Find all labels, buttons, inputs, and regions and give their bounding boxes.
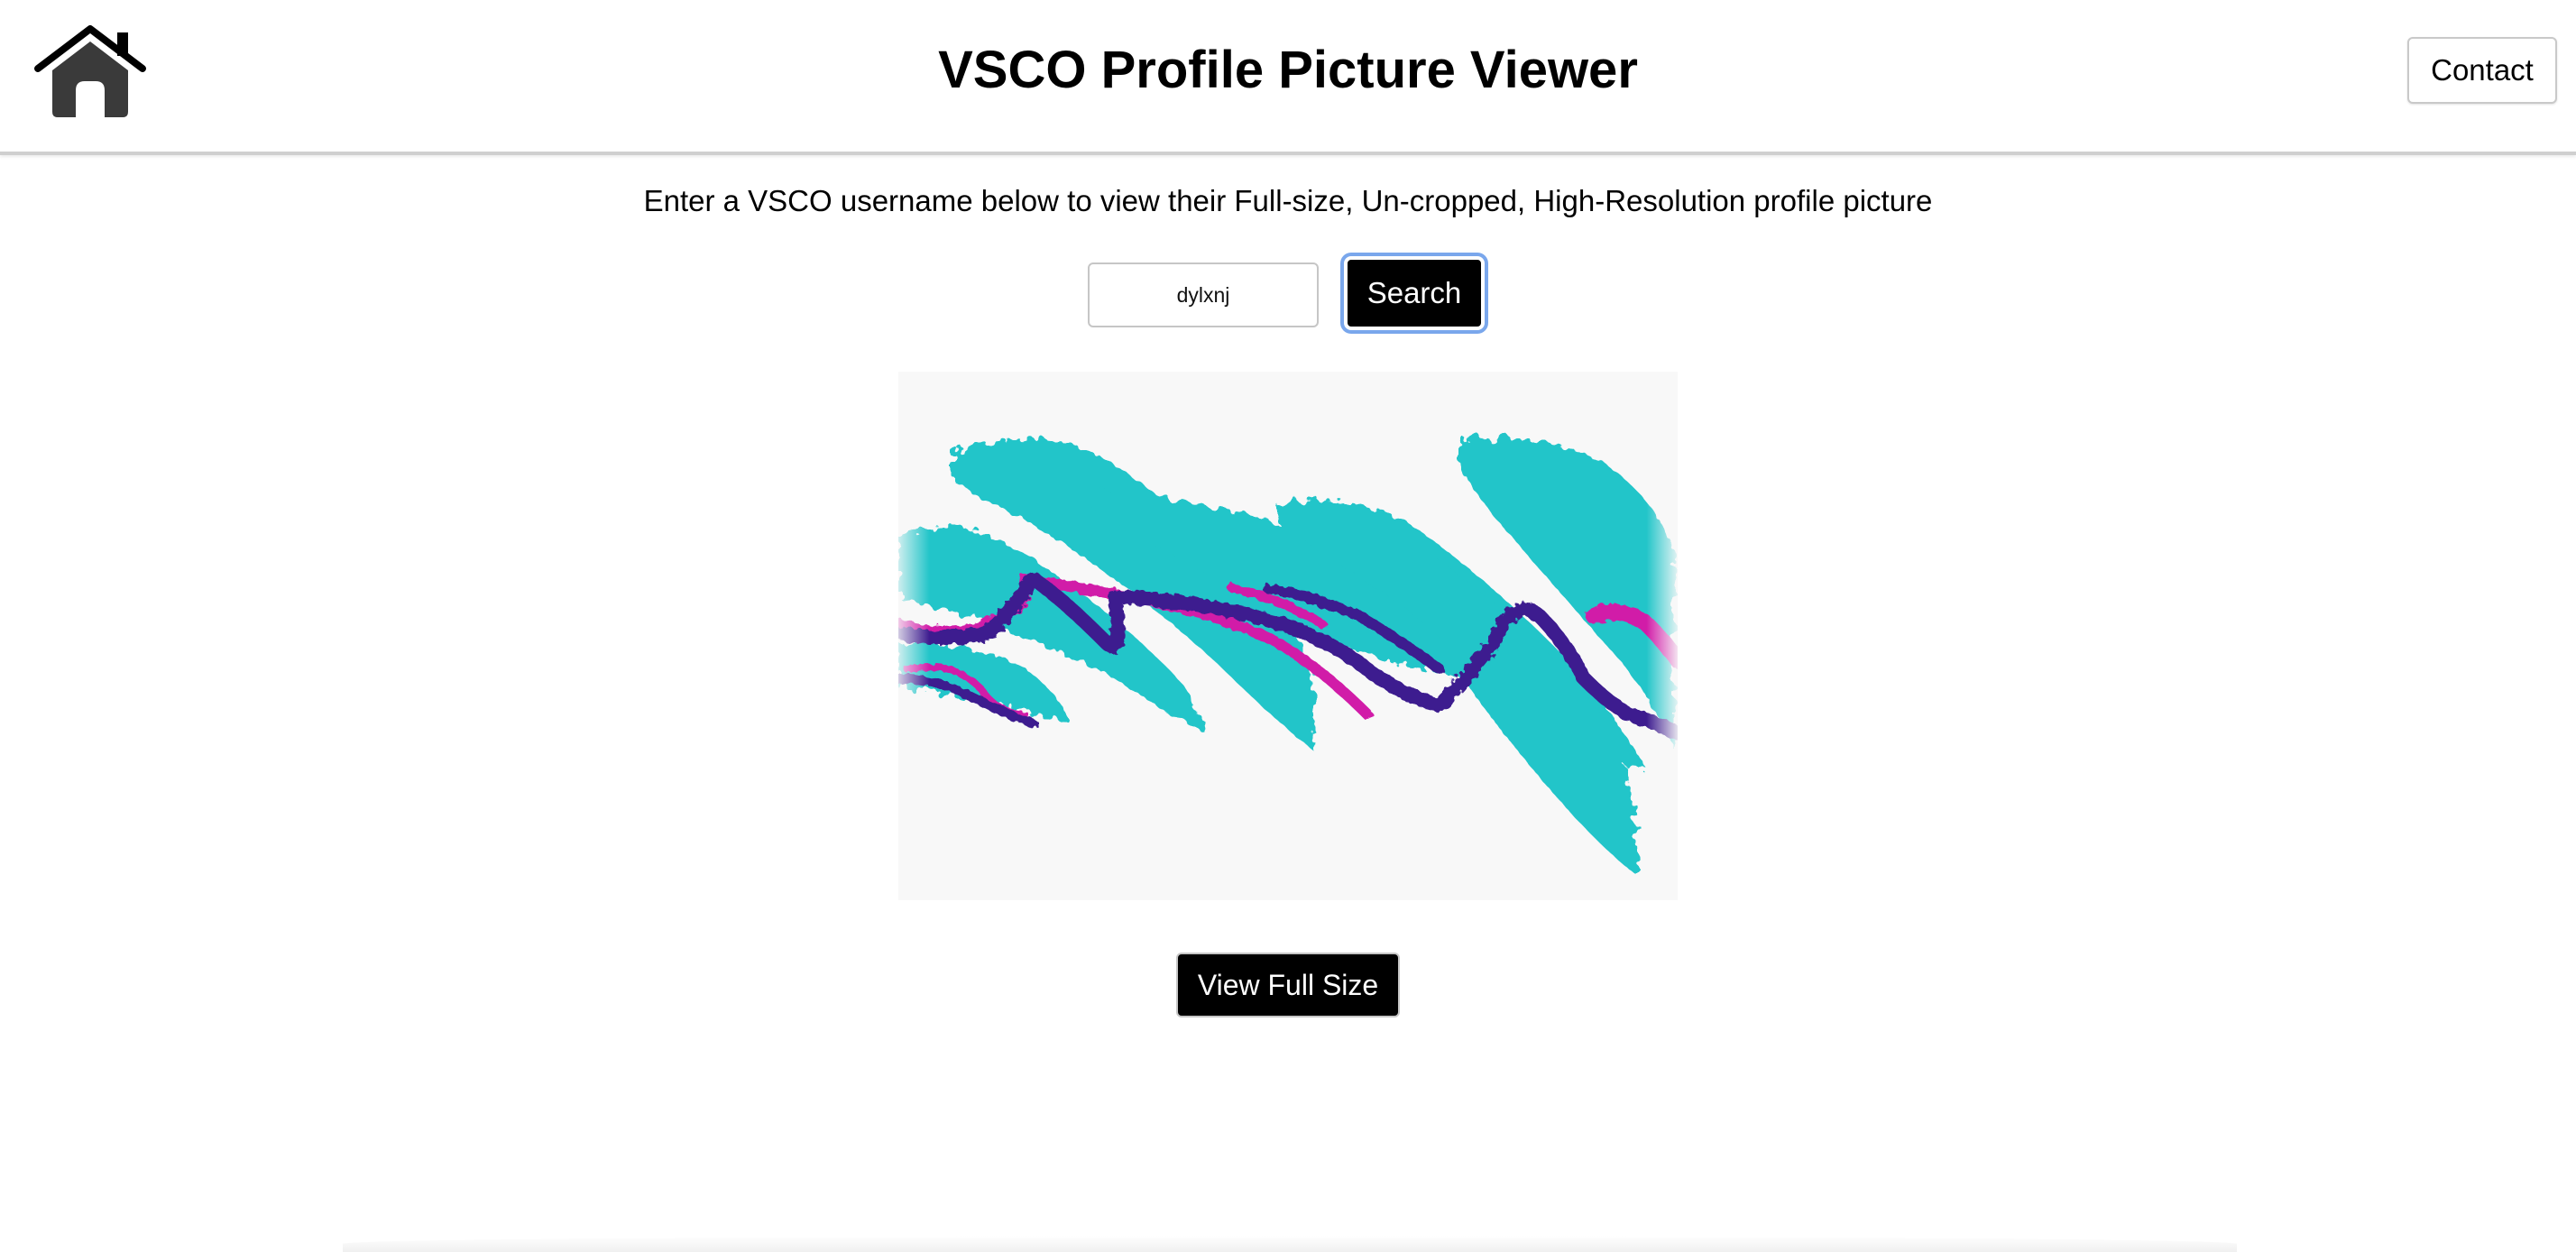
username-input[interactable] xyxy=(1088,262,1319,327)
contact-button[interactable]: Contact xyxy=(2407,37,2557,104)
profile-picture xyxy=(898,372,1678,900)
page-title: VSCO Profile Picture Viewer xyxy=(938,41,1638,99)
profile-picture-image xyxy=(898,372,1678,900)
top-header: VSCO Profile Picture Viewer Contact xyxy=(0,0,2576,155)
footer-shadow xyxy=(343,1236,2237,1252)
search-button[interactable]: Search xyxy=(1344,256,1485,330)
instructions-text: Enter a VSCO username below to view thei… xyxy=(643,184,1933,217)
view-full-size-button[interactable]: View Full Size xyxy=(1176,953,1400,1017)
